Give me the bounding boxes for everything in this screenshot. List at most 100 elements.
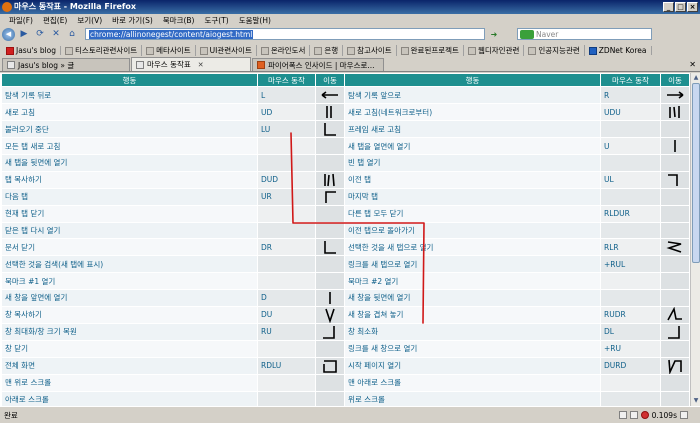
action-cell[interactable]: 닫은 탭 다시 열기	[1, 221, 258, 240]
stop-icon[interactable]: ✕	[49, 28, 63, 41]
action-cell[interactable]: 맨 위로 스크롤	[1, 373, 258, 392]
action-cell[interactable]: 모든 탭 새로 고침	[1, 137, 258, 155]
bookmark-item[interactable]: ZDNet Korea	[585, 46, 652, 55]
action-cell[interactable]: 위로 스크롤	[344, 390, 601, 406]
action-cell[interactable]: 새로 고침	[1, 103, 258, 121]
scroll-down-icon[interactable]: ▼	[692, 397, 700, 405]
gesture-cell	[315, 356, 345, 375]
action-cell[interactable]: 창 최대화/창 크기 복원	[1, 322, 258, 341]
menu-edit[interactable]: 편집(E)	[38, 15, 72, 26]
reload-icon[interactable]: ⟳	[33, 28, 47, 41]
tab-close-icon[interactable]: ✕	[198, 61, 204, 69]
search-engine-icon[interactable]	[520, 29, 534, 39]
action-cell[interactable]: 맨 아래로 스크롤	[344, 373, 601, 392]
gesture-right-up-down-right-icon	[667, 307, 682, 321]
gesture-cell	[315, 272, 345, 290]
bookmark-item[interactable]: 티스토리관련사이트	[61, 45, 143, 56]
bookmark-item[interactable]: 인공지능관련	[524, 45, 585, 56]
action-cell[interactable]: 빈 탭 열기	[344, 154, 601, 172]
mouse-code-cell: DR	[257, 238, 316, 257]
bookmark-item[interactable]: 은행	[310, 45, 344, 56]
maximize-icon[interactable]: □	[675, 2, 686, 12]
feed-icon[interactable]	[618, 411, 627, 419]
action-cell[interactable]: 이전 탭	[344, 170, 601, 189]
back-icon[interactable]: ◀	[2, 27, 15, 41]
action-cell[interactable]: 링크를 새 탭으로 열기	[344, 255, 601, 274]
bookmark-item[interactable]: 웹디자인관련	[464, 45, 525, 56]
mouse-code-cell	[600, 272, 661, 290]
menu-go[interactable]: 바로 가기(S)	[107, 15, 158, 26]
action-cell[interactable]: 새 창을 겹쳐 놓기	[344, 305, 601, 324]
bookmark-item[interactable]: 참고사이트	[343, 45, 397, 56]
action-cell[interactable]: 새 탭을 열면에 열기	[344, 137, 601, 155]
bookmark-label: Jasu's blog	[16, 46, 57, 55]
tab-1[interactable]: Jasu's blog » 글	[2, 58, 130, 71]
gesture-arrow-left-icon	[321, 91, 338, 99]
action-cell[interactable]: 창 최소화	[344, 322, 601, 341]
action-cell[interactable]: 현재 탭 닫기	[1, 204, 258, 223]
action-cell[interactable]: 다른 탭 모두 닫기	[344, 204, 601, 223]
tab-2[interactable]: 마우스 동작표 ✕	[131, 57, 251, 71]
action-cell[interactable]: 새 탭을 뒷면에 열기	[1, 154, 258, 172]
action-cell[interactable]: 프레임 새로 고침	[344, 120, 601, 138]
search-box[interactable]: Naver	[517, 28, 652, 40]
gesture-up-down-up-icon	[669, 106, 680, 118]
vertical-scrollbar[interactable]: ▲ ▼	[690, 73, 700, 406]
bookmark-item[interactable]: 완료된프로젝트	[397, 45, 464, 56]
action-cell[interactable]: 마지막 탭	[344, 187, 601, 206]
mouse-code-cell	[257, 390, 316, 406]
action-cell[interactable]: 이전 탭으로 돌아가기	[344, 221, 601, 240]
gesture-cell	[660, 373, 690, 392]
action-cell[interactable]: 창 닫기	[1, 339, 258, 358]
action-cell[interactable]: 전체 화면	[1, 356, 258, 375]
action-cell[interactable]: 북마크 #2 열기	[344, 272, 601, 290]
action-cell[interactable]: 시작 페이지 열기	[344, 356, 601, 375]
forward-icon[interactable]: ▶	[17, 28, 31, 41]
action-cell[interactable]: 창 복사하기	[1, 305, 258, 324]
action-cell[interactable]: 선택한 것을 검색(새 탭에 표시)	[1, 255, 258, 274]
action-cell[interactable]: 새 창을 뒷면에 열기	[344, 288, 601, 307]
menu-tools[interactable]: 도구(T)	[199, 15, 233, 26]
menu-bookmarks[interactable]: 북마크(B)	[158, 15, 200, 26]
addon-icon[interactable]	[629, 411, 638, 419]
table-row: 창 최대화/창 크기 복원 RU 창 최소화 DL	[1, 322, 690, 341]
close-icon[interactable]: ×	[687, 2, 698, 12]
menu-view[interactable]: 보기(V)	[72, 15, 107, 26]
extension-icon[interactable]	[680, 411, 688, 419]
go-icon[interactable]: ➜	[487, 28, 501, 40]
action-cell[interactable]: 새로 고침(네트워크로부터)	[344, 103, 601, 121]
tab-3[interactable]: 파이어폭스 인사이드 | 마우스로...	[252, 58, 384, 71]
url-bar[interactable]: chrome://allinonegest/content/aiogest.ht…	[85, 28, 485, 40]
action-cell[interactable]: 탐색 기록 앞으로	[344, 86, 601, 104]
action-cell[interactable]: 탭 복사하기	[1, 170, 258, 189]
action-cell[interactable]: 탐색 기록 뒤로	[1, 86, 258, 104]
mouse-code-cell: DUD	[257, 170, 316, 189]
action-cell[interactable]: 새 창을 앞면에 열기	[1, 288, 258, 307]
action-cell[interactable]: 북마크 #1 열기	[1, 272, 258, 290]
adblock-icon[interactable]	[640, 411, 649, 419]
mouse-code-cell	[600, 221, 661, 240]
action-cell[interactable]: 다음 탭	[1, 187, 258, 206]
menu-file[interactable]: 파일(F)	[4, 15, 38, 26]
mouse-code-cell	[600, 120, 661, 138]
minimize-icon[interactable]: _	[663, 2, 674, 12]
action-cell[interactable]: 아래로 스크롤	[1, 390, 258, 406]
action-cell[interactable]: 불러오기 중단	[1, 120, 258, 138]
bookmark-item[interactable]: UI관련사이트	[196, 45, 257, 56]
bookmark-item[interactable]: Jasu's blog	[2, 46, 62, 55]
action-cell[interactable]: 링크를 새 창으로 열기	[344, 339, 601, 358]
close-tab-icon[interactable]: ✕	[689, 60, 696, 69]
gesture-cell	[315, 322, 345, 341]
action-cell[interactable]: 선택한 것을 새 탭으로 열기	[344, 238, 601, 257]
url-text[interactable]: chrome://allinonegest/content/aiogest.ht…	[89, 29, 254, 39]
mouse-code-cell	[257, 221, 316, 240]
scroll-up-icon[interactable]: ▲	[692, 74, 700, 82]
bookmark-label: 티스토리관련사이트	[75, 46, 138, 55]
action-cell[interactable]: 문서 닫기	[1, 238, 258, 257]
col-action: 행동	[344, 73, 601, 87]
bookmark-item[interactable]: 메타사이트	[142, 45, 196, 56]
menu-help[interactable]: 도움말(H)	[234, 15, 276, 26]
home-icon[interactable]: ⌂	[65, 28, 79, 41]
bookmark-item[interactable]: 온라인도서	[257, 45, 311, 56]
scroll-thumb[interactable]	[692, 83, 700, 263]
